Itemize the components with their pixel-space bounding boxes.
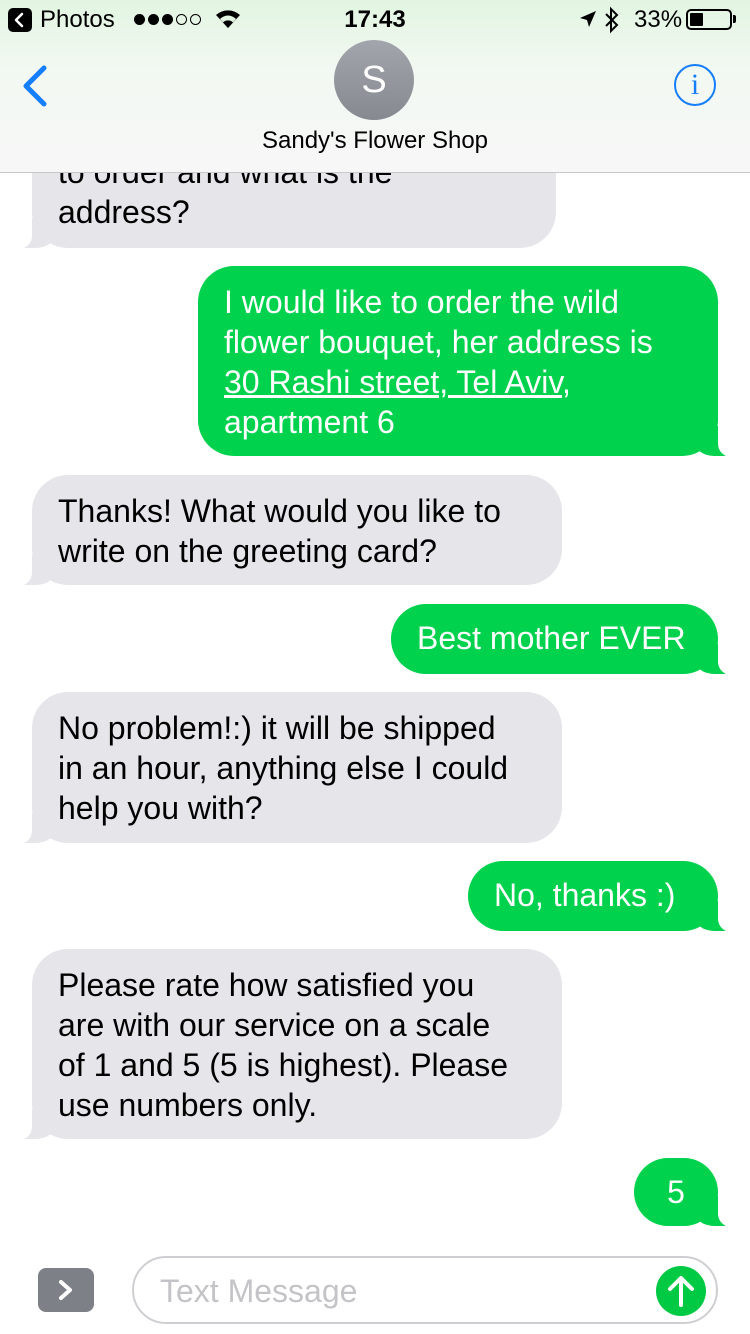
back-button[interactable] (20, 64, 50, 113)
message-line: Thanks! What would you like to (58, 493, 501, 529)
arrow-up-icon (668, 1276, 694, 1307)
message-line: Best mother EVER (417, 620, 686, 656)
contact-name[interactable]: Sandy's Flower Shop (0, 127, 750, 155)
message-field[interactable] (132, 1256, 718, 1324)
message-line: apartment 6 (224, 404, 395, 440)
message-line: Please rate how satisfied you (58, 967, 475, 1003)
status-bar: Photos 17:43 33% (0, 0, 750, 40)
apps-expand-button[interactable] (38, 1268, 94, 1312)
message-line: help you with? (58, 790, 263, 826)
battery-percentage: 33% (634, 6, 683, 33)
outgoing-message[interactable]: No, thanks :) (468, 861, 750, 933)
bluetooth-icon (605, 6, 619, 34)
message-line: I would like to order the wild (224, 284, 619, 320)
message-line: address? (58, 194, 190, 230)
battery-tip (733, 15, 736, 23)
message-line: 5 (667, 1174, 685, 1210)
message-text: , (561, 364, 571, 400)
location-arrow-icon (580, 11, 596, 27)
outgoing-message[interactable]: I would like to order the wild flower bo… (198, 266, 750, 458)
battery-icon (686, 9, 732, 30)
send-button[interactable] (656, 1266, 706, 1316)
message-line: 30 Rashi street, Tel Aviv, (224, 362, 692, 402)
message-composer (0, 1240, 750, 1334)
message-line: No problem!:) it will be shipped (58, 710, 496, 746)
message-thread: to order and what is the address? I woul… (0, 0, 750, 1334)
chevron-right-icon (59, 1280, 72, 1300)
message-line: of 1 and 5 (5 is highest). Please (58, 1047, 509, 1083)
message-input[interactable] (158, 1268, 642, 1314)
message-line: in an hour, anything else I could (58, 750, 509, 786)
avatar[interactable]: S (334, 40, 414, 120)
incoming-message[interactable]: No problem!:) it will be shipped in an h… (0, 692, 562, 845)
incoming-message[interactable]: Please rate how satisfied you are with o… (0, 949, 562, 1141)
message-line: write on the greeting card? (58, 533, 437, 569)
chevron-left-icon (23, 65, 47, 107)
message-line: No, thanks :) (494, 877, 676, 913)
address-link[interactable]: 30 Rashi street, Tel Aviv (224, 364, 562, 400)
message-line: use numbers only. (58, 1087, 318, 1123)
incoming-message[interactable]: Thanks! What would you like to write on … (0, 475, 562, 587)
outgoing-message[interactable]: Best mother EVER (391, 604, 750, 676)
outgoing-message[interactable]: 5 (634, 1158, 750, 1228)
message-line: are with our service on a scale (58, 1007, 491, 1043)
message-line: flower bouquet, her address is (224, 324, 653, 360)
info-button[interactable]: i (674, 64, 716, 106)
